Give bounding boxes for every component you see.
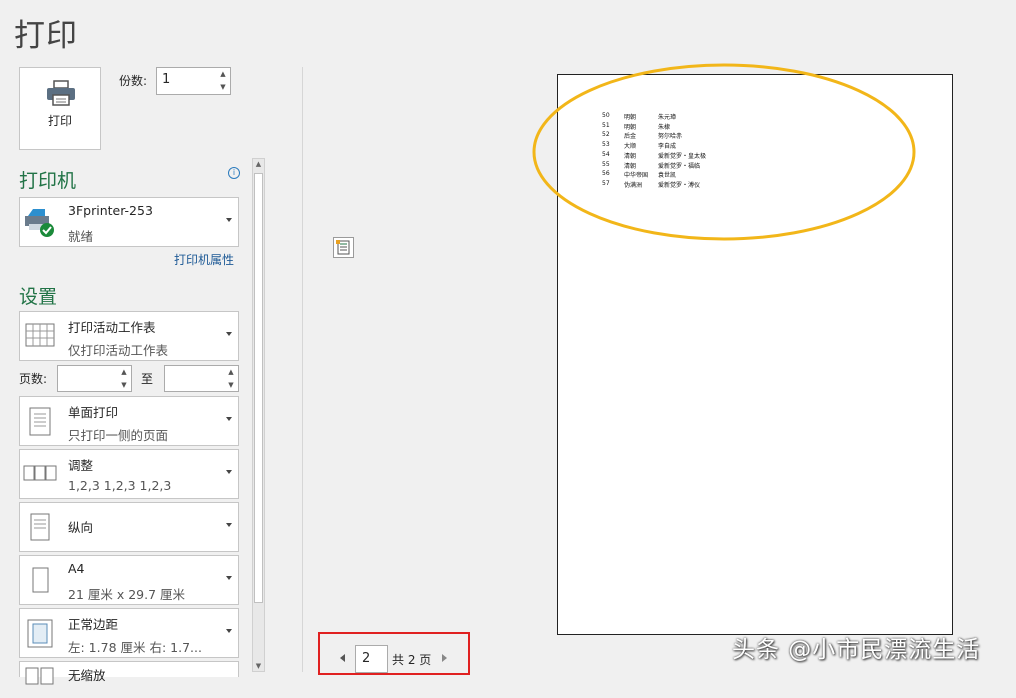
page-title: 打印 — [14, 18, 78, 54]
collate-title: 调整 — [68, 458, 94, 473]
pages-from-input[interactable]: ▲ ▼ — [57, 365, 132, 392]
orientation-title: 纵向 — [68, 520, 94, 535]
paper-size-icon — [32, 567, 49, 593]
collate-select[interactable]: 调整 1,2,3 1,2,3 1,2,3 — [19, 449, 239, 499]
current-page-input[interactable]: 2 — [355, 645, 388, 673]
chevron-down-icon — [226, 218, 232, 222]
paper-size-select[interactable]: A4 21 厘米 x 29.7 厘米 — [19, 555, 239, 605]
scaling-title: 无缩放 — [68, 668, 106, 683]
pages-from-up-arrow-icon[interactable]: ▲ — [117, 366, 131, 379]
sides-select[interactable]: 单面打印 只打印一侧的页面 — [19, 396, 239, 446]
pages-label: 页数: — [19, 372, 48, 386]
printer-properties-link[interactable]: 打印机属性 — [174, 251, 234, 268]
paper-size-title: A4 — [68, 561, 85, 576]
copies-down-arrow-icon[interactable]: ▼ — [216, 81, 230, 94]
collate-icon — [23, 465, 57, 481]
print-button-label: 打印 — [47, 114, 72, 128]
info-icon[interactable]: i — [228, 167, 240, 179]
pages-to-input[interactable]: ▲ ▼ — [164, 365, 239, 392]
margins-title: 正常边距 — [68, 617, 119, 632]
show-margins-icon[interactable] — [333, 237, 354, 258]
scaling-icon — [25, 667, 54, 685]
settings-scrollbar[interactable]: ▲ ▼ — [252, 158, 265, 672]
printer-icon — [47, 80, 75, 106]
watermark: 头条 @小市民漂流生活 — [732, 637, 981, 663]
sides-subtitle: 只打印一侧的页面 — [68, 428, 169, 443]
printer-select[interactable]: 3Fprinter-253 就绪 — [19, 197, 239, 247]
printer-heading: 打印机 — [19, 170, 77, 192]
chevron-down-icon — [226, 332, 232, 336]
copies-value: 1 — [162, 72, 171, 87]
scrollbar-thumb[interactable] — [254, 173, 263, 603]
scaling-select[interactable]: 无缩放 — [19, 661, 239, 685]
chevron-down-icon — [226, 470, 232, 474]
worksheet-grid-icon — [25, 323, 55, 347]
print-what-select[interactable]: 打印活动工作表 仅打印活动工作表 — [19, 311, 239, 361]
pages-from-down-arrow-icon[interactable]: ▼ — [117, 379, 131, 392]
orientation-select[interactable]: 纵向 — [19, 502, 239, 552]
previous-page-icon[interactable] — [340, 654, 345, 662]
print-what-title: 打印活动工作表 — [68, 320, 156, 335]
chevron-down-icon — [226, 576, 232, 580]
total-pages-label: 共 2 页 — [392, 653, 432, 667]
chevron-down-icon — [226, 523, 232, 527]
pages-to-down-arrow-icon[interactable]: ▼ — [224, 379, 238, 392]
next-page-icon[interactable] — [442, 654, 447, 662]
margins-select[interactable]: 正常边距 左: 1.78 厘米 右: 1.7... — [19, 608, 239, 658]
margins-icon — [27, 619, 53, 648]
annotation-ellipse — [532, 63, 916, 241]
scroll-down-arrow-icon[interactable]: ▼ — [253, 662, 264, 670]
portrait-icon — [30, 513, 50, 541]
scroll-up-arrow-icon[interactable]: ▲ — [253, 160, 264, 168]
chevron-down-icon — [226, 417, 232, 421]
single-sided-icon — [29, 407, 51, 436]
print-button[interactable]: 打印 — [19, 67, 101, 150]
settings-heading: 设置 — [19, 286, 58, 308]
copies-up-arrow-icon[interactable]: ▲ — [216, 68, 230, 81]
printer-name: 3Fprinter-253 — [68, 203, 153, 218]
margins-subtitle: 左: 1.78 厘米 右: 1.7... — [68, 640, 202, 655]
collate-subtitle: 1,2,3 1,2,3 1,2,3 — [68, 478, 172, 493]
pages-to-label: 至 — [141, 372, 154, 386]
paper-size-subtitle: 21 厘米 x 29.7 厘米 — [68, 587, 186, 602]
printer-ready-icon — [25, 209, 54, 237]
copies-label: 份数: — [119, 74, 148, 88]
printer-status: 就绪 — [68, 229, 94, 244]
print-what-subtitle: 仅打印活动工作表 — [68, 343, 169, 358]
chevron-down-icon — [226, 629, 232, 633]
sides-title: 单面打印 — [68, 405, 119, 420]
copies-input[interactable]: 1 ▲ ▼ — [156, 67, 231, 95]
panel-divider — [302, 67, 303, 672]
pages-to-up-arrow-icon[interactable]: ▲ — [224, 366, 238, 379]
